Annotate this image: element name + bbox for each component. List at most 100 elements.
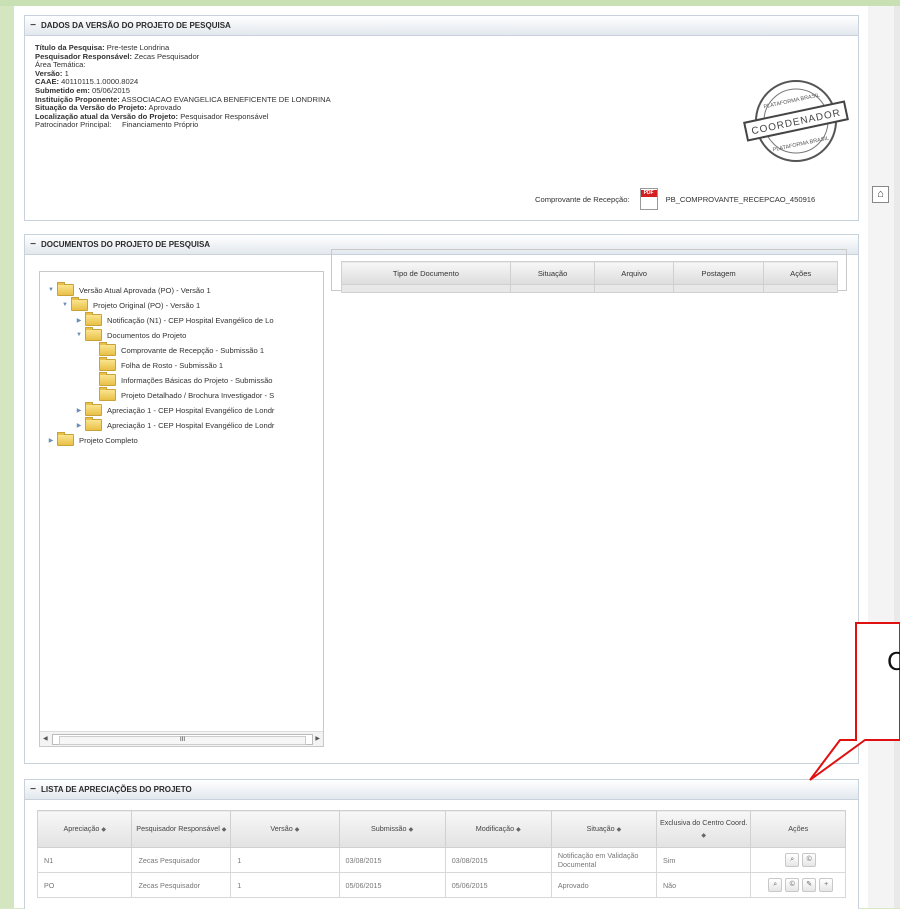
history-icon[interactable]: © — [802, 853, 817, 867]
cell-modificacao: 05/06/2015 — [444, 872, 552, 898]
tree-toggle-icon[interactable]: ▶ — [47, 437, 55, 444]
table-row: PO Zecas Pesquisador 1 05/06/2015 05/06/… — [36, 872, 846, 898]
col-label: Exclusiva do Centro Coord. — [659, 817, 748, 827]
tree-node[interactable]: ▶ Apreciação 1 - CEP Hospital Evangélico … — [75, 402, 274, 417]
tree-toggle-icon[interactable]: ▶ — [75, 407, 83, 414]
tree-node-label[interactable]: Projeto Completo — [79, 436, 138, 445]
panel-title: DOCUMENTOS DO PROJETO DE PESQUISA — [41, 240, 211, 249]
tree-node[interactable]: ▼ Projeto Original (PO) - Versão 1 — [61, 297, 200, 312]
tree-node[interactable]: Projeto Detalhado / Brochura Investigado… — [99, 387, 274, 402]
folder-icon — [57, 282, 74, 296]
tree-horizontal-scrollbar[interactable]: ◀ III ▶ — [40, 731, 323, 746]
tree-toggle-icon[interactable]: ▼ — [47, 287, 55, 293]
tree-node[interactable]: Comprovante de Recepção - Submissão 1 — [99, 342, 264, 357]
folder-icon — [99, 372, 116, 386]
tree-node[interactable]: ▶ Projeto Completo — [47, 432, 138, 447]
collapse-icon[interactable]: − — [25, 239, 41, 250]
col-modificacao[interactable]: Modificação ◆ — [444, 810, 552, 848]
sort-icon[interactable]: ◆ — [295, 827, 300, 833]
add-icon[interactable]: + — [819, 878, 834, 892]
col-label: Submissão — [371, 823, 407, 833]
col-situacao[interactable]: Situação ◆ — [550, 810, 657, 848]
tree-node[interactable]: ▼ Versão Atual Aprovada (PO) - Versão 1 — [47, 282, 211, 297]
col-postagem[interactable]: Postagem — [672, 261, 765, 285]
col-acoes[interactable]: Ações — [763, 261, 838, 285]
cell-pesquisador: Zecas Pesquisador — [131, 872, 232, 898]
col-situacao[interactable]: Situação — [509, 261, 596, 285]
tree-node-label[interactable]: Apreciação 1 - CEP Hospital Evangélico d… — [107, 421, 274, 430]
sort-icon[interactable]: ◆ — [222, 827, 227, 833]
collapse-icon[interactable]: − — [25, 784, 41, 795]
cell-submissao: 05/06/2015 — [338, 872, 446, 898]
scroll-left-icon[interactable]: ◀ — [43, 735, 48, 742]
receipt-label: Comprovante de Recepção: — [535, 194, 630, 204]
tree-node[interactable]: Informações Básicas do Projeto - Submiss… — [99, 372, 273, 387]
col-tipo-documento[interactable]: Tipo de Documento — [341, 261, 511, 285]
col-label: Modificação — [475, 823, 515, 833]
collapse-icon[interactable]: − — [25, 20, 41, 31]
tree-node[interactable]: ▶ Notificação (N1) - CEP Hospital Evangél… — [75, 312, 274, 327]
tree-node-label[interactable]: Documentos do Projeto — [107, 331, 186, 340]
cell-versao: 1 — [230, 872, 340, 898]
tree-node-label[interactable]: Notificação (N1) - CEP Hospital Evangéli… — [107, 316, 274, 325]
col-label: Versão — [270, 823, 293, 833]
folder-icon — [57, 432, 74, 446]
edit-icon[interactable]: ✎ — [802, 878, 817, 892]
tree-node-label[interactable]: Versão Atual Aprovada (PO) - Versão 1 — [79, 286, 211, 295]
col-apreciacao[interactable]: Apreciação ◆ — [36, 810, 133, 848]
col-versao[interactable]: Versão ◆ — [230, 810, 340, 848]
right-edge — [894, 6, 900, 908]
pesquisador-value: Zecas Pesquisador — [134, 51, 200, 61]
apreciacoes-table: Apreciação ◆ Pesquisador Responsável ◆ V… — [36, 810, 846, 898]
col-submissao[interactable]: Submissão ◆ — [338, 810, 446, 848]
patrocinador-label: Patrocinador Principal: — [35, 120, 112, 130]
cell-situacao: Notificação em Validação Documental — [550, 847, 657, 873]
scroll-right-icon[interactable]: ▶ — [315, 735, 320, 742]
tree-toggle-icon[interactable]: ▼ — [61, 302, 69, 308]
view-icon[interactable]: ⌕ — [785, 853, 800, 867]
folder-icon — [71, 297, 88, 311]
receipt-file-link[interactable]: PB_COMPROVANTE_RECEPCAO_450916 — [666, 195, 816, 204]
tree-node-label[interactable]: Folha de Rosto - Submissão 1 — [121, 361, 223, 370]
tree-toggle-icon[interactable]: ▶ — [75, 317, 83, 324]
col-pesquisador[interactable]: Pesquisador Responsável ◆ — [131, 810, 232, 848]
tree-node-label[interactable]: Projeto Detalhado / Brochura Investigado… — [121, 391, 274, 400]
sort-icon[interactable]: ◆ — [516, 827, 521, 833]
scroll-track[interactable]: III — [52, 734, 313, 745]
col-arquivo[interactable]: Arquivo — [594, 261, 674, 285]
sort-icon[interactable]: ◆ — [701, 833, 706, 839]
folder-icon — [99, 342, 116, 356]
tree-toggle-icon[interactable]: ▼ — [75, 332, 83, 338]
cell-exclusiva: Sim — [655, 847, 752, 873]
history-icon[interactable]: © — [785, 878, 800, 892]
home-icon[interactable]: ⌂ — [872, 186, 889, 203]
col-exclusiva[interactable]: Exclusiva do Centro Coord. ◆ — [655, 810, 752, 848]
panel-documentos: − DOCUMENTOS DO PROJETO DE PESQUISA ▼ Ver… — [24, 234, 859, 764]
folder-icon — [85, 327, 102, 341]
documents-table-box: Tipo de Documento Situação Arquivo Posta… — [331, 249, 847, 293]
cell-exclusiva: Não — [655, 872, 752, 898]
tree-toggle-icon[interactable]: ▶ — [75, 422, 83, 429]
tree-node[interactable]: ▼ Documentos do Projeto — [75, 327, 186, 342]
sort-icon[interactable]: ◆ — [617, 827, 622, 833]
tree-node[interactable]: Folha de Rosto - Submissão 1 — [99, 357, 223, 372]
tree-node-label[interactable]: Projeto Original (PO) - Versão 1 — [93, 301, 200, 310]
col-label: Apreciação — [63, 823, 100, 833]
left-strip — [0, 6, 14, 908]
table-row: N1 Zecas Pesquisador 1 03/08/2015 03/08/… — [36, 847, 846, 873]
tree-node-label[interactable]: Informações Básicas do Projeto - Submiss… — [121, 376, 273, 385]
tree-node[interactable]: ▶ Apreciação 1 - CEP Hospital Evangélico … — [75, 417, 274, 432]
folder-icon — [99, 357, 116, 371]
scroll-thumb[interactable]: III — [59, 736, 306, 745]
sort-icon[interactable]: ◆ — [409, 827, 414, 833]
tree-node-label[interactable]: Apreciação 1 - CEP Hospital Evangélico d… — [107, 406, 274, 415]
receipt-row: Comprovante de Recepção: PB_COMPROVANTE_… — [535, 188, 815, 210]
document-tree: ▼ Versão Atual Aprovada (PO) - Versão 1 ▼… — [39, 271, 324, 747]
cell-modificacao: 03/08/2015 — [444, 847, 552, 873]
pdf-icon[interactable] — [639, 188, 658, 210]
panel-title: DADOS DA VERSÃO DO PROJETO DE PESQUISA — [41, 21, 231, 30]
cell-versao: 1 — [230, 847, 340, 873]
tree-node-label[interactable]: Comprovante de Recepção - Submissão 1 — [121, 346, 264, 355]
sort-icon[interactable]: ◆ — [101, 827, 106, 833]
view-icon[interactable]: ⌕ — [768, 878, 783, 892]
